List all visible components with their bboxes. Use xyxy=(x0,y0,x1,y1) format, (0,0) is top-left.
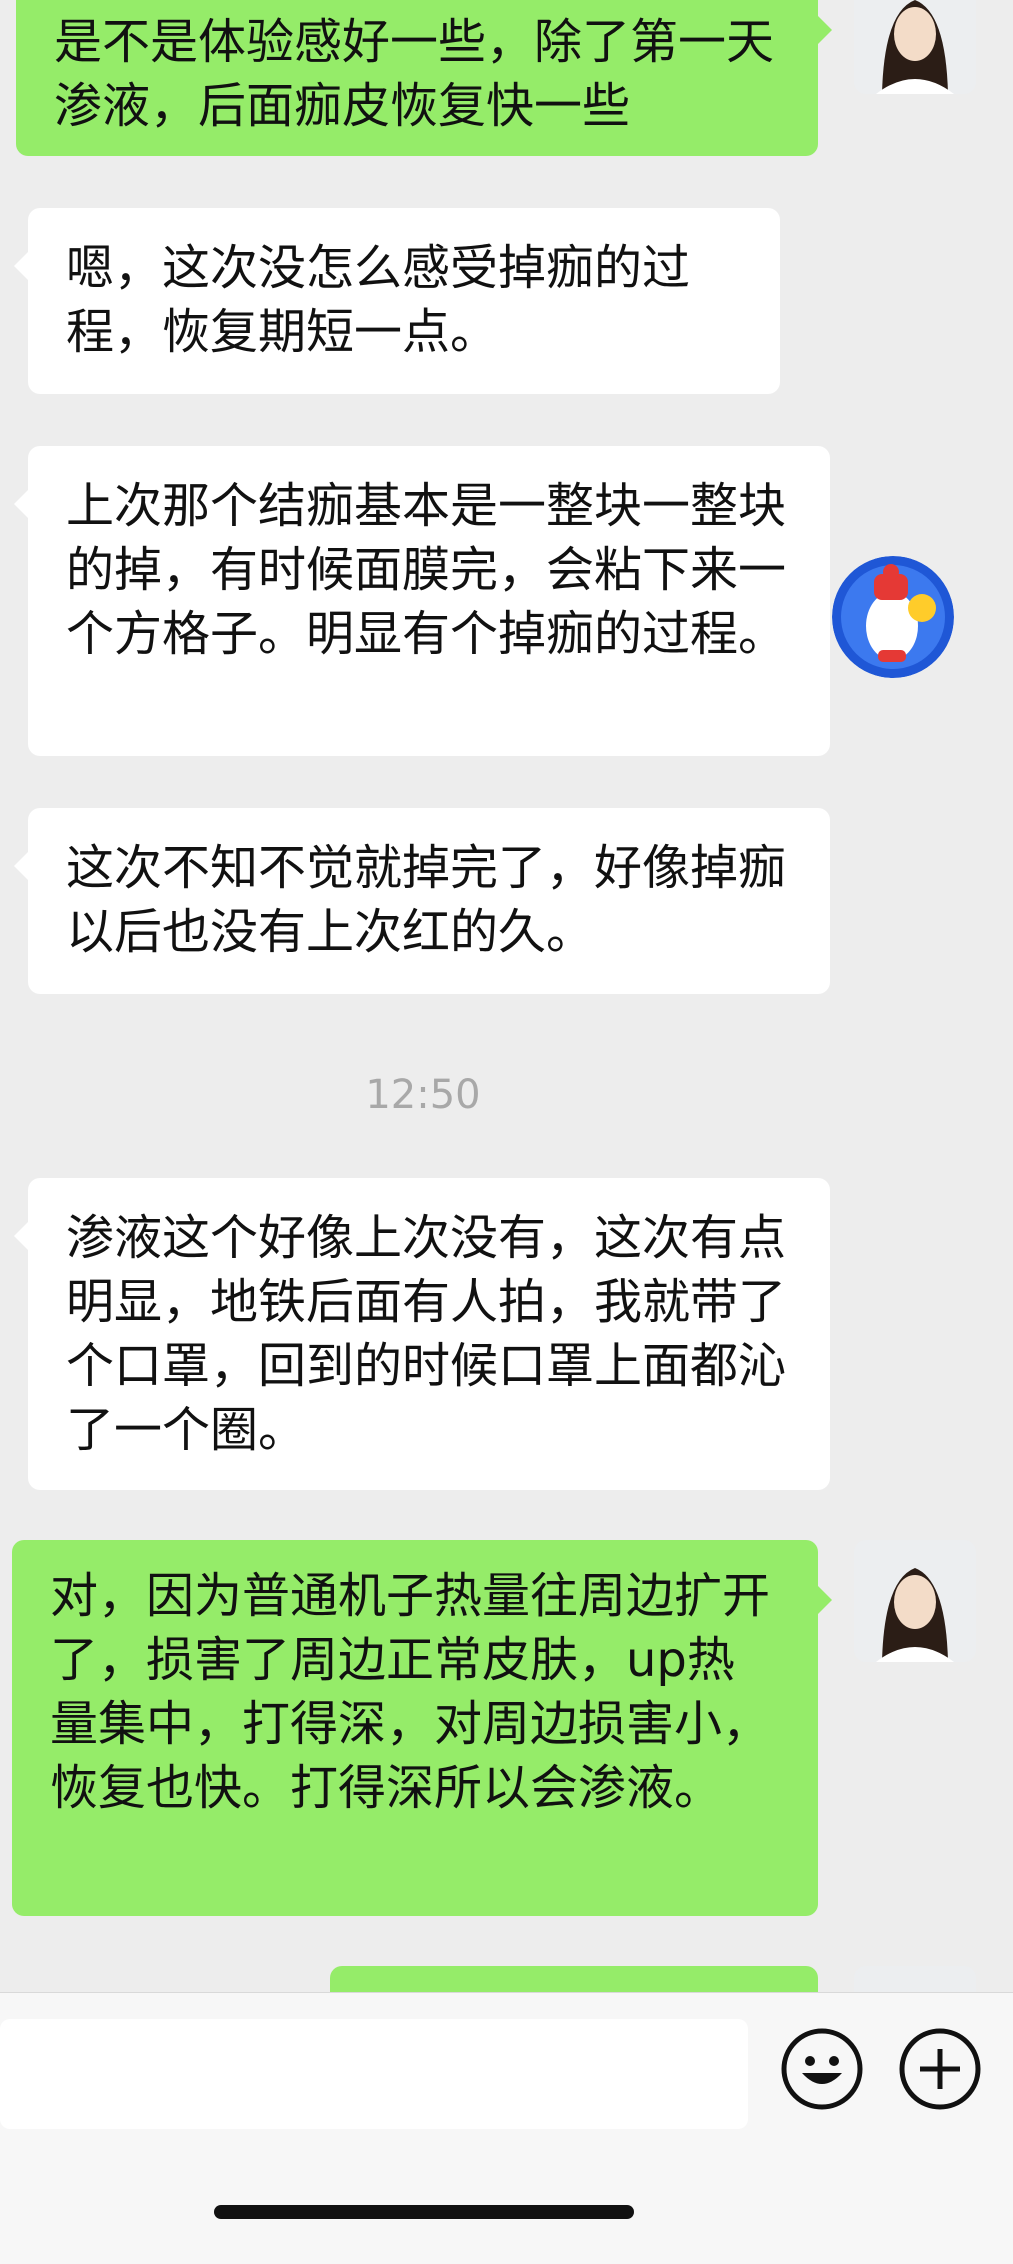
message-incoming[interactable]: 渗液这个好像上次没有，这次有点明显，地铁后面有人拍，我就带了个口罩，回到的时候口… xyxy=(14,1178,830,1490)
my-avatar[interactable] xyxy=(854,0,976,94)
my-avatar[interactable] xyxy=(854,1540,976,1662)
home-indicator xyxy=(214,2205,634,2219)
message-timestamp: 12:50 xyxy=(365,1072,481,1118)
message-input[interactable] xyxy=(0,2019,748,2129)
message-outgoing[interactable]: 是不是体验感好一些，除了第一天渗液，后面痂皮恢复快一些 xyxy=(16,0,832,156)
emoji-smile-icon[interactable] xyxy=(780,2027,864,2111)
message-incoming[interactable]: 嗯，这次没怎么感受掉痂的过程，恢复期短一点。 xyxy=(14,208,780,394)
message-outgoing[interactable]: 对，因为普通机子热量往周边扩开了，损害了周边正常皮肤，up热量集中，打得深，对周… xyxy=(12,1540,832,1916)
composer-bar xyxy=(0,1992,1013,2264)
message-incoming[interactable]: 这次不知不觉就掉完了，好像掉痂以后也没有上次红的久。 xyxy=(14,808,830,994)
contact-avatar[interactable] xyxy=(832,556,954,678)
message-incoming[interactable]: 上次那个结痂基本是一整块一整块的掉，有时候面膜完，会粘下来一个方格子。明显有个掉… xyxy=(14,446,830,756)
plus-circle-icon[interactable] xyxy=(898,2027,982,2111)
